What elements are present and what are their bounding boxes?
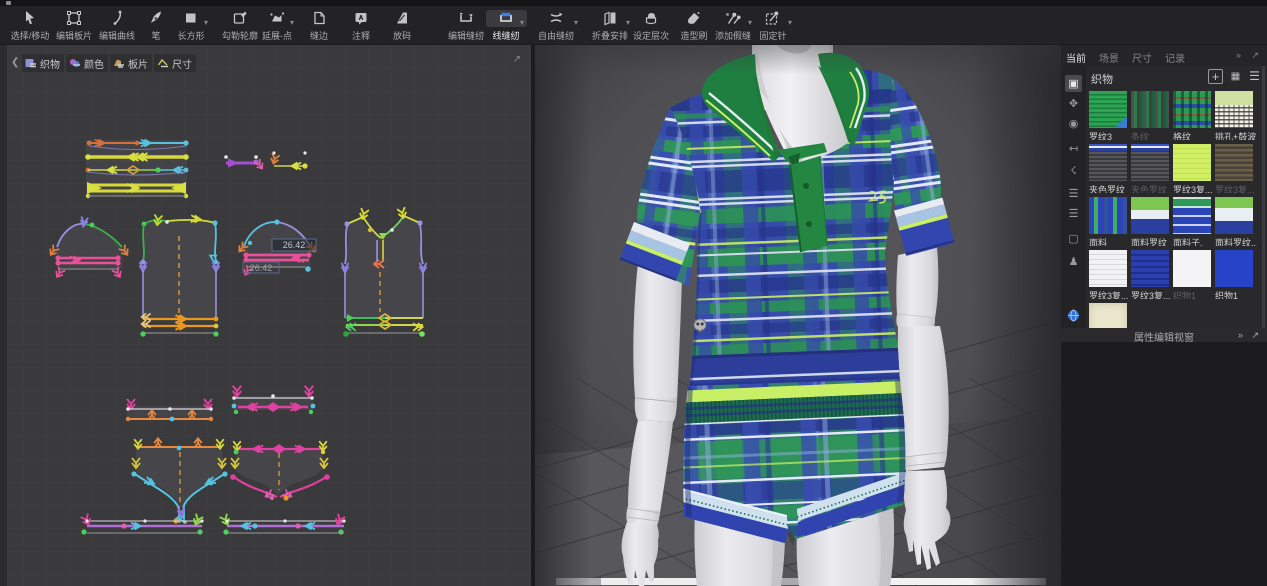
svg-text:26.42: 26.42	[283, 240, 306, 250]
svg-text:26.42: 26.42	[250, 263, 273, 273]
